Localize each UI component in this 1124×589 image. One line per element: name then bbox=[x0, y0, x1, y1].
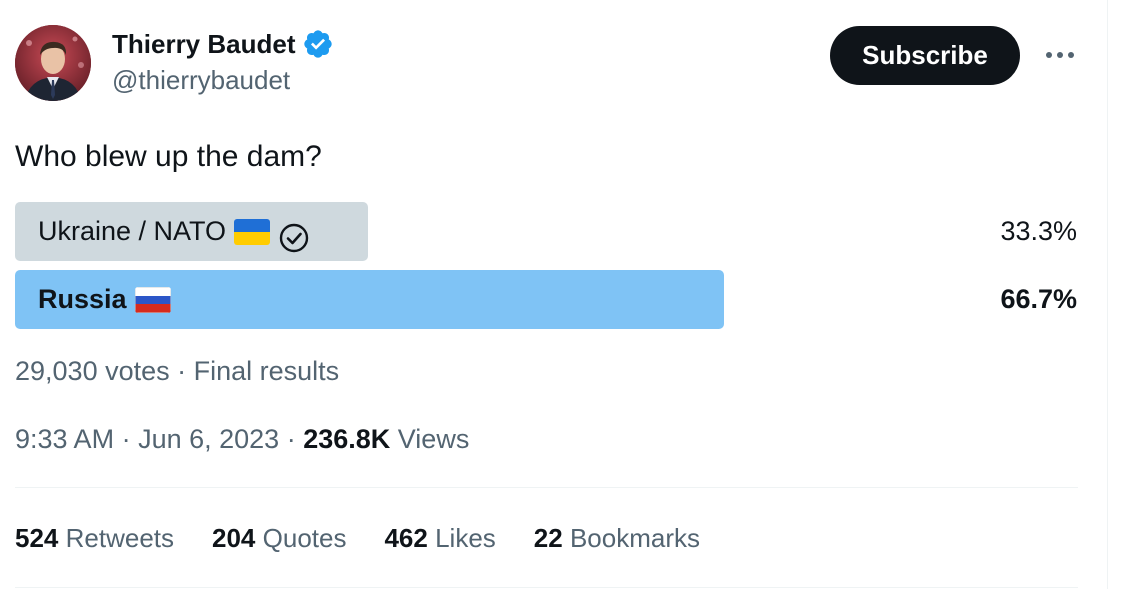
retweets-count: 524 bbox=[15, 523, 59, 553]
poll-option-label: Russia bbox=[38, 284, 127, 314]
quotes-count: 204 bbox=[212, 523, 256, 553]
tweet-timestamp-row: 9:33 AM · Jun 6, 2023 · 236.8K Views bbox=[15, 422, 469, 456]
tweet-text: Who blew up the dam? bbox=[15, 140, 322, 173]
column-border bbox=[1107, 0, 1108, 589]
divider bbox=[15, 587, 1078, 588]
separator: · bbox=[169, 356, 194, 386]
divider bbox=[15, 487, 1078, 488]
more-horizontal-icon[interactable] bbox=[1040, 40, 1080, 70]
author-name[interactable]: Thierry Baudet bbox=[112, 28, 334, 60]
poll-status: Final results bbox=[193, 356, 340, 386]
tweet-date[interactable]: Jun 6, 2023 bbox=[138, 424, 279, 454]
views-label: Views bbox=[397, 424, 470, 454]
user-avatar[interactable] bbox=[15, 25, 91, 101]
views-count: 236.8K bbox=[303, 424, 391, 454]
russia-flag-icon bbox=[134, 286, 171, 313]
ukraine-flag-icon bbox=[234, 218, 271, 245]
bookmarks-stat[interactable]: 22 Bookmarks bbox=[534, 521, 700, 555]
likes-count: 462 bbox=[384, 523, 428, 553]
poll-votes: 29,030 votes bbox=[15, 356, 170, 386]
poll-option-1-percent: 33.3% bbox=[1000, 216, 1077, 246]
poll-option-2: Russia bbox=[38, 270, 171, 329]
tweet-time[interactable]: 9:33 AM bbox=[15, 424, 114, 454]
verified-badge-icon bbox=[302, 28, 334, 60]
author-name-text[interactable]: Thierry Baudet bbox=[112, 28, 296, 60]
subscribe-button[interactable]: Subscribe bbox=[830, 26, 1020, 85]
retweets-stat[interactable]: 524 Retweets bbox=[15, 521, 174, 555]
quotes-label: Quotes bbox=[262, 523, 347, 553]
likes-stat[interactable]: 462 Likes bbox=[384, 521, 495, 555]
bookmarks-label: Bookmarks bbox=[569, 523, 700, 553]
poll-option-2-percent: 66.7% bbox=[1000, 284, 1077, 314]
engagement-stats: 524 Retweets 204 Quotes 462 Likes 22 Boo… bbox=[15, 521, 700, 555]
retweets-label: Retweets bbox=[65, 523, 175, 553]
bookmarks-count: 22 bbox=[533, 523, 563, 553]
poll-option-1: Ukraine / NATO bbox=[38, 202, 310, 261]
separator: · bbox=[114, 424, 139, 454]
quotes-stat[interactable]: 204 Quotes bbox=[212, 521, 346, 555]
voted-check-icon bbox=[278, 216, 310, 252]
poll-summary: 29,030 votes · Final results bbox=[15, 354, 339, 388]
likes-label: Likes bbox=[435, 523, 496, 553]
poll-option-label: Ukraine / NATO bbox=[38, 216, 227, 246]
separator: · bbox=[279, 424, 304, 454]
author-handle[interactable]: @thierrybaudet bbox=[112, 64, 290, 96]
